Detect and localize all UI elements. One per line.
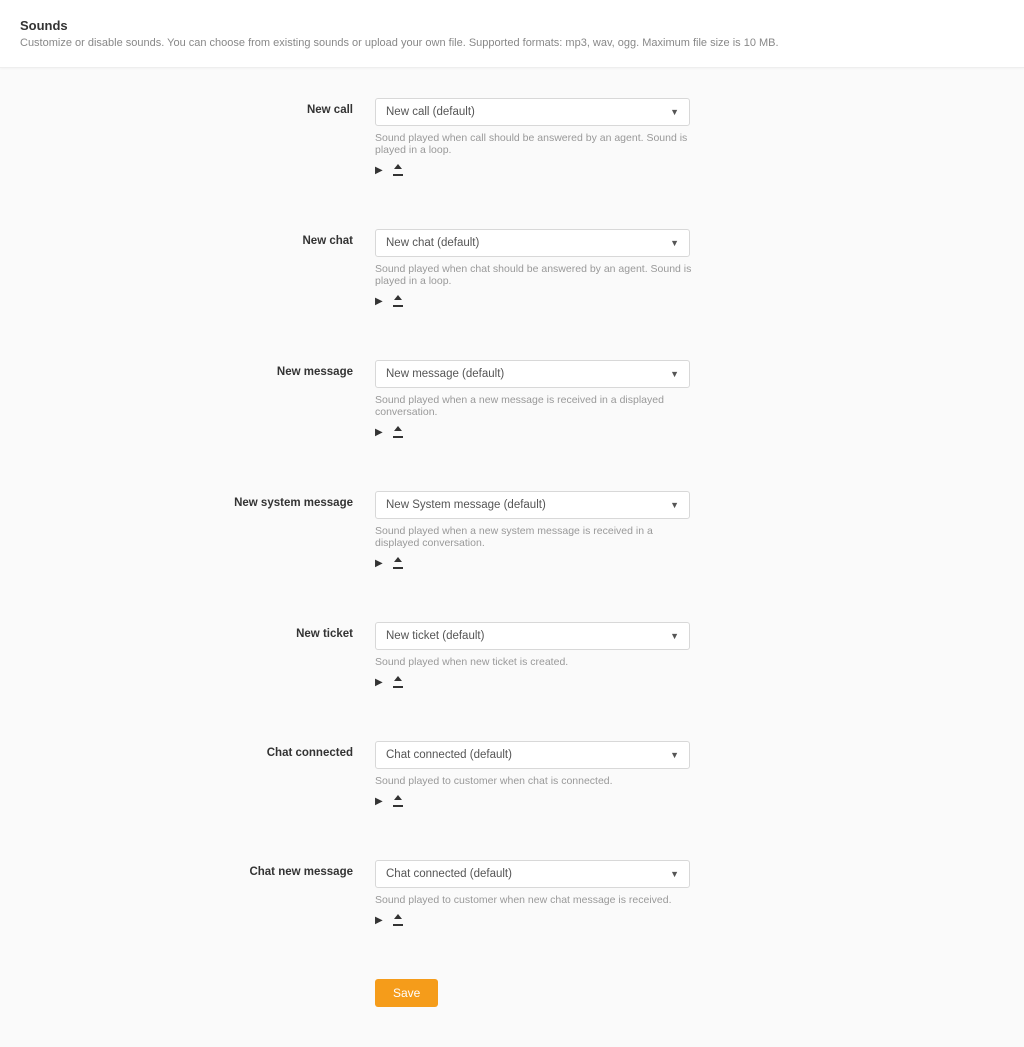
setting-helper: Sound played to customer when chat is co… [375, 775, 695, 787]
setting-helper: Sound played when call should be answere… [375, 132, 695, 156]
setting-label: New system message [0, 491, 375, 572]
select-value: Chat connected (default) [386, 749, 512, 761]
play-icon[interactable]: ▶ [375, 428, 383, 441]
save-row: Save [0, 979, 1024, 1007]
play-icon[interactable]: ▶ [375, 559, 383, 572]
setting-row-new-chat: New chat New chat (default) ▼ Sound play… [0, 229, 1024, 310]
setting-helper: Sound played when a new message is recei… [375, 394, 695, 418]
page-header: Sounds Customize or disable sounds. You … [0, 0, 1024, 68]
chevron-down-icon: ▼ [670, 500, 679, 510]
setting-helper: Sound played when a new system message i… [375, 525, 695, 549]
setting-label: New chat [0, 229, 375, 310]
chevron-down-icon: ▼ [670, 869, 679, 879]
setting-label: Chat new message [0, 860, 375, 929]
setting-label: New message [0, 360, 375, 441]
play-icon[interactable]: ▶ [375, 916, 383, 929]
chevron-down-icon: ▼ [670, 238, 679, 248]
upload-icon[interactable] [393, 678, 403, 691]
upload-icon[interactable] [393, 166, 403, 179]
sound-select-chat-new-message[interactable]: Chat connected (default) ▼ [375, 860, 690, 888]
select-value: New chat (default) [386, 237, 479, 249]
save-button[interactable]: Save [375, 979, 438, 1007]
sound-select-chat-connected[interactable]: Chat connected (default) ▼ [375, 741, 690, 769]
settings-form: New call New call (default) ▼ Sound play… [0, 68, 1024, 1047]
sound-select-new-call[interactable]: New call (default) ▼ [375, 98, 690, 126]
chevron-down-icon: ▼ [670, 750, 679, 760]
play-icon[interactable]: ▶ [375, 166, 383, 179]
page-title: Sounds [20, 18, 1004, 33]
setting-label: New call [0, 98, 375, 179]
select-value: New call (default) [386, 106, 475, 118]
select-value: New System message (default) [386, 499, 546, 511]
sound-select-new-message[interactable]: New message (default) ▼ [375, 360, 690, 388]
setting-label: New ticket [0, 622, 375, 691]
chevron-down-icon: ▼ [670, 107, 679, 117]
page-description: Customize or disable sounds. You can cho… [20, 37, 1004, 49]
upload-icon[interactable] [393, 297, 403, 310]
setting-helper: Sound played to customer when new chat m… [375, 894, 695, 906]
select-value: New message (default) [386, 368, 504, 380]
upload-icon[interactable] [393, 916, 403, 929]
select-value: Chat connected (default) [386, 868, 512, 880]
upload-icon[interactable] [393, 559, 403, 572]
setting-helper: Sound played when new ticket is created. [375, 656, 695, 668]
setting-row-chat-new-message: Chat new message Chat connected (default… [0, 860, 1024, 929]
play-icon[interactable]: ▶ [375, 678, 383, 691]
chevron-down-icon: ▼ [670, 369, 679, 379]
setting-helper: Sound played when chat should be answere… [375, 263, 695, 287]
setting-row-new-message: New message New message (default) ▼ Soun… [0, 360, 1024, 441]
setting-row-new-system-message: New system message New System message (d… [0, 491, 1024, 572]
sound-select-new-system-message[interactable]: New System message (default) ▼ [375, 491, 690, 519]
setting-row-chat-connected: Chat connected Chat connected (default) … [0, 741, 1024, 810]
sound-select-new-chat[interactable]: New chat (default) ▼ [375, 229, 690, 257]
setting-row-new-call: New call New call (default) ▼ Sound play… [0, 98, 1024, 179]
setting-row-new-ticket: New ticket New ticket (default) ▼ Sound … [0, 622, 1024, 691]
select-value: New ticket (default) [386, 630, 484, 642]
setting-label: Chat connected [0, 741, 375, 810]
sound-select-new-ticket[interactable]: New ticket (default) ▼ [375, 622, 690, 650]
play-icon[interactable]: ▶ [375, 297, 383, 310]
upload-icon[interactable] [393, 428, 403, 441]
chevron-down-icon: ▼ [670, 631, 679, 641]
